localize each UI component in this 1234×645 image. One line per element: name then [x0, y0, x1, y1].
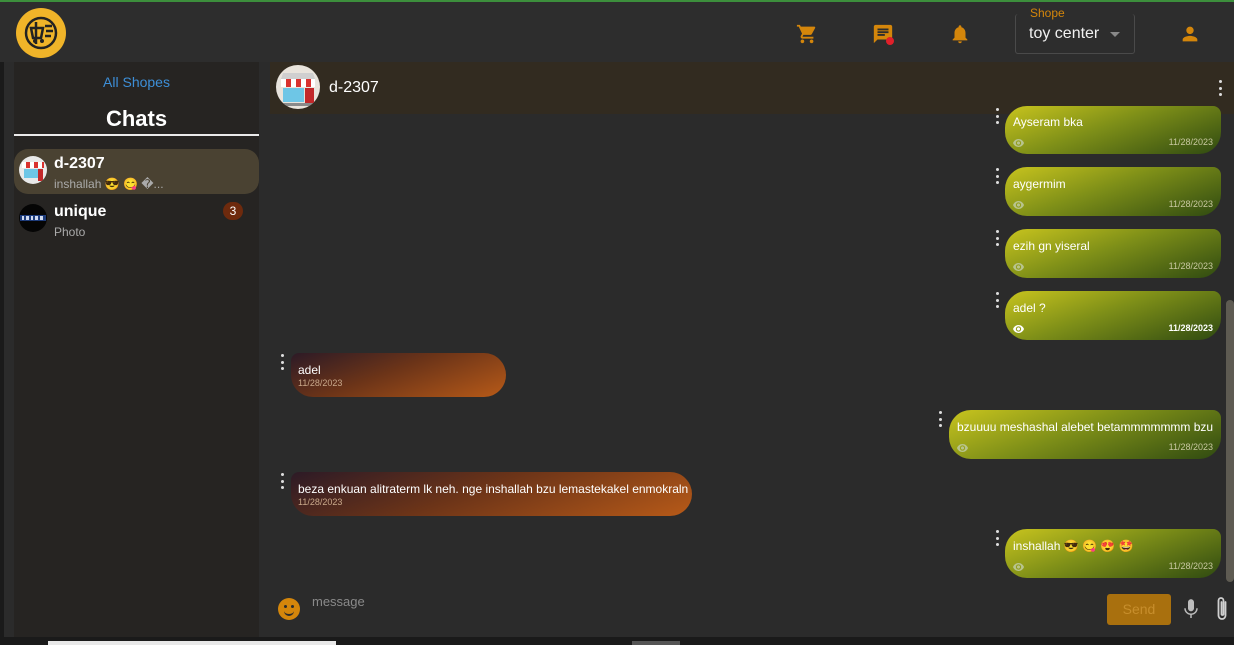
message-time: 11/28/2023 — [1168, 261, 1213, 271]
message-text: inshallah 😎 😋 😍 🤩 — [1013, 539, 1134, 553]
message-options-icon[interactable] — [995, 108, 999, 124]
top-bar: Shope toy center — [0, 0, 1234, 62]
message-text: adel — [298, 363, 321, 377]
notification-dot — [886, 37, 894, 45]
brand-logo-icon — [19, 204, 47, 232]
seen-icon — [957, 444, 968, 452]
horizontal-scrollbar-thumb[interactable] — [48, 641, 336, 645]
attachment-icon[interactable] — [1214, 596, 1230, 622]
unread-badge: 3 — [223, 202, 243, 220]
message-input[interactable] — [312, 590, 1092, 612]
message-time: 11/28/2023 — [1168, 561, 1213, 571]
horizontal-scrollbar-segment — [632, 641, 680, 645]
message-time: 11/28/2023 — [298, 497, 343, 507]
message-time: 11/28/2023 — [1168, 442, 1213, 452]
avatar — [19, 204, 47, 232]
sidebar-edge — [0, 62, 4, 637]
chat-name: d-2307 — [54, 155, 105, 172]
message-bubble-outgoing[interactable]: ezih gn yiseral 11/28/2023 — [1005, 229, 1221, 278]
bottom-strip — [0, 637, 1234, 645]
message-text: ezih gn yiseral — [1013, 239, 1090, 253]
message-time: 11/28/2023 — [1168, 137, 1213, 147]
shop-select-value: toy center — [1029, 25, 1100, 42]
message-text: adel ? — [1013, 301, 1046, 315]
scrollbar-thumb[interactable] — [1226, 300, 1234, 582]
message-text: aygermim — [1013, 177, 1066, 191]
avatar — [19, 156, 47, 184]
microphone-icon[interactable] — [1182, 598, 1200, 620]
chat-list-item[interactable]: unique Photo 3 — [14, 197, 259, 242]
cart-icon[interactable] — [795, 22, 819, 46]
message-options-icon[interactable] — [280, 354, 284, 370]
chat-preview: Photo — [54, 225, 86, 239]
message-options-icon[interactable] — [995, 230, 999, 246]
divider — [14, 134, 259, 136]
chat-name: unique — [54, 203, 107, 220]
bell-icon[interactable] — [948, 22, 972, 46]
message-options-icon[interactable] — [938, 411, 942, 427]
logo-icon — [24, 16, 58, 50]
app-logo[interactable] — [16, 8, 66, 58]
all-shopes-link[interactable]: All Shopes — [14, 74, 259, 90]
message-options-icon[interactable] — [995, 168, 999, 184]
sidebar-title: Chats — [105, 106, 168, 131]
message-bubble-outgoing[interactable]: inshallah 😎 😋 😍 🤩 11/28/2023 — [1005, 529, 1221, 578]
message-options-icon[interactable] — [280, 473, 284, 489]
shop-icon — [276, 65, 320, 109]
message-bubble-outgoing[interactable]: Ayseram bka 11/28/2023 — [1005, 106, 1221, 154]
message-icon[interactable] — [871, 22, 895, 46]
seen-icon — [1013, 325, 1024, 333]
message-bubble-incoming[interactable]: adel 11/28/2023 — [291, 353, 506, 397]
shop-select[interactable]: Shope toy center — [1015, 6, 1135, 54]
message-text: Ayseram bka — [1013, 115, 1083, 129]
send-button[interactable]: Send — [1107, 594, 1171, 625]
user-icon[interactable] — [1178, 22, 1202, 46]
chat-list-item[interactable]: d-2307 inshallah 😎 😋 �... — [14, 149, 259, 194]
shop-select-label: Shope — [1029, 6, 1066, 20]
message-time: 11/28/2023 — [1168, 199, 1213, 209]
more-options-icon[interactable] — [1218, 80, 1222, 96]
seen-icon — [1013, 201, 1024, 209]
message-options-icon[interactable] — [995, 530, 999, 546]
message-bubble-incoming[interactable]: beza enkuan alitraterm lk neh. nge insha… — [291, 472, 692, 516]
conversation-title: d-2307 — [329, 79, 379, 96]
seen-icon — [1013, 263, 1024, 271]
message-time: 11/28/2023 — [298, 378, 343, 388]
message-text: bzuuuu meshashal alebet betammmmmmm bzu — [957, 420, 1214, 434]
message-time: 11/28/2023 — [1168, 323, 1213, 333]
chevron-down-icon — [1110, 32, 1120, 37]
emoji-icon[interactable] — [278, 598, 300, 620]
avatar[interactable] — [276, 65, 320, 109]
chat-preview: inshallah 😎 😋 �... — [54, 177, 164, 191]
seen-icon — [1013, 139, 1024, 147]
message-bubble-outgoing[interactable]: adel ? 11/28/2023 — [1005, 291, 1221, 340]
chat-sidebar: All Shopes Chats d-2307 inshallah 😎 😋 �.… — [14, 62, 259, 637]
shop-icon — [19, 156, 47, 184]
seen-icon — [1013, 563, 1024, 571]
message-bubble-outgoing[interactable]: aygermim 11/28/2023 — [1005, 167, 1221, 216]
message-bubble-outgoing[interactable]: bzuuuu meshashal alebet betammmmmmm bzu … — [949, 410, 1221, 459]
message-options-icon[interactable] — [995, 292, 999, 308]
message-text: beza enkuan alitraterm lk neh. nge insha… — [298, 482, 689, 496]
